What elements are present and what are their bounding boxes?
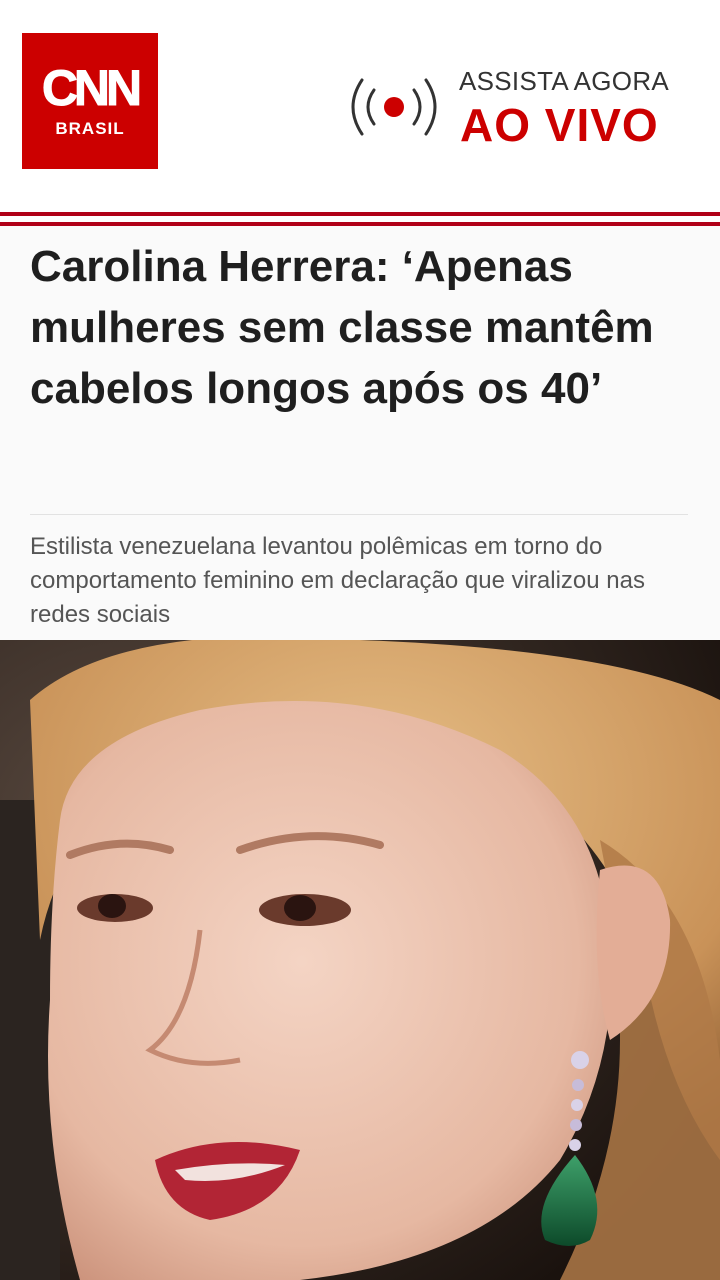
article-photo (0, 640, 720, 1280)
live-label[interactable]: AO VIVO (460, 98, 659, 152)
cnn-brasil-logo[interactable]: CNN BRASIL (22, 33, 158, 169)
article-headline: Carolina Herrera: ‘Apenas mulheres sem c… (30, 242, 654, 413)
logo-wordmark: CNN (41, 60, 142, 116)
logo-region: BRASIL (55, 119, 125, 138)
watch-now-label[interactable]: ASSISTA AGORA (459, 66, 669, 97)
headline-divider (30, 514, 688, 515)
article-subtitle: Estilista venezuelana levantou polêmicas… (30, 533, 645, 628)
live-broadcast-icon[interactable] (348, 72, 440, 142)
portrait-illustration (0, 640, 720, 1280)
site-header: CNN BRASIL ASSISTA AGORA AO VIVO (0, 0, 720, 212)
